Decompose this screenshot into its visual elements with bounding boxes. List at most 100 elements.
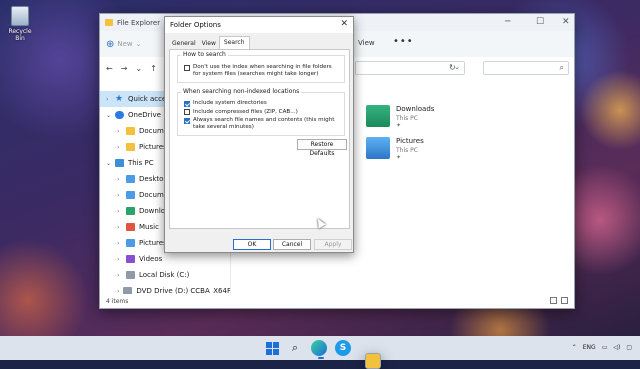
- nav-item-label: Music: [139, 223, 159, 231]
- nav-item-local-disk-c[interactable]: › Local Disk (C:): [100, 267, 230, 283]
- tiles-view-icon[interactable]: [561, 297, 568, 304]
- taskbar-apps: ⌕ S: [266, 340, 381, 369]
- restore-defaults-button[interactable]: Restore Defaults: [297, 139, 347, 157]
- recent-locations-icon[interactable]: ⌄: [135, 64, 142, 73]
- tab-search[interactable]: Search: [218, 36, 250, 49]
- folder-tile[interactable]: Downloads This PC ✦: [366, 105, 434, 129]
- minimize-icon[interactable]: ─: [505, 17, 510, 27]
- close-icon[interactable]: ✕: [562, 17, 570, 27]
- nav-item-label: Local Disk (C:): [139, 271, 190, 279]
- search-tab-panel: How to search Don't use the index when s…: [169, 49, 350, 229]
- tab-general[interactable]: General: [169, 39, 199, 49]
- maximize-icon[interactable]: ☐: [536, 17, 544, 27]
- dvd-icon: [123, 287, 133, 294]
- search-input[interactable]: ⌕: [483, 61, 569, 75]
- refresh-icon[interactable]: ↻: [449, 63, 456, 72]
- checkbox[interactable]: [184, 117, 190, 124]
- up-icon[interactable]: ↑: [150, 64, 157, 73]
- volume-icon[interactable]: ◁): [613, 344, 620, 351]
- checkbox[interactable]: [184, 64, 190, 71]
- nav-item-dvd-drive-d-ccba-x64fre-en-us[interactable]: ›DVD Drive (D:) CCBA_X64FRE_EN-US: [100, 283, 230, 294]
- expand-caret-icon[interactable]: ›: [117, 240, 122, 247]
- forward-icon[interactable]: →: [121, 64, 128, 73]
- nav-item-label: Videos: [139, 255, 163, 263]
- non-indexed-group: When searching non-indexed locations Inc…: [177, 88, 345, 136]
- pictures-folder-icon: [366, 137, 390, 159]
- apply-button[interactable]: Apply: [314, 239, 352, 250]
- pc-icon: [115, 159, 124, 167]
- language-indicator[interactable]: ENG: [583, 344, 596, 351]
- tile-location: This PC: [396, 147, 418, 154]
- status-bar: 4 items: [100, 294, 574, 308]
- option-label: Don't use the index when searching in fi…: [193, 64, 332, 77]
- pin-icon: ✦: [396, 154, 402, 161]
- taskbar: ⌕ S ⌃ ENG ▭ ◁) ▢: [0, 336, 640, 369]
- group-label: When searching non-indexed locations: [181, 88, 302, 95]
- folder-options-dialog: Folder Options ✕ General View Search How…: [164, 16, 354, 253]
- expand-caret-icon[interactable]: ⌄: [106, 160, 111, 167]
- chevron-up-icon[interactable]: ⌃: [572, 344, 577, 351]
- expand-caret-icon[interactable]: ›: [117, 128, 122, 135]
- dialog-title: Folder Options: [170, 21, 221, 29]
- option-label: Include system directories: [193, 100, 267, 106]
- recycle-bin[interactable]: Recycle Bin: [4, 6, 36, 42]
- start-icon[interactable]: [266, 341, 279, 355]
- tab-view[interactable]: View: [199, 39, 219, 49]
- expand-caret-icon[interactable]: ›: [106, 96, 111, 103]
- tile-location: This PC: [396, 115, 418, 122]
- close-icon[interactable]: ✕: [340, 19, 348, 29]
- option-include-system-directories[interactable]: Include system directories: [184, 100, 338, 107]
- view-button[interactable]: View: [358, 39, 375, 47]
- file-explorer-icon[interactable]: [365, 353, 381, 369]
- recycle-bin-icon: [11, 6, 29, 26]
- nav-item-label: OneDrive: [128, 111, 161, 119]
- expand-caret-icon[interactable]: ›: [117, 256, 122, 263]
- documents-icon: [126, 191, 135, 199]
- search-icon[interactable]: ⌕: [287, 340, 303, 356]
- more-options-button[interactable]: •••: [393, 36, 414, 47]
- checkbox[interactable]: [184, 109, 190, 115]
- disk-icon: [126, 271, 135, 279]
- pictures-icon: [126, 239, 135, 247]
- skype-icon[interactable]: S: [335, 340, 351, 356]
- item-count: 4 items: [106, 297, 129, 305]
- dialog-titlebar[interactable]: Folder Options ✕: [165, 17, 353, 33]
- checkbox[interactable]: [184, 100, 190, 107]
- expand-caret-icon[interactable]: ›: [117, 176, 122, 183]
- star-icon: ★: [115, 94, 124, 104]
- expand-caret-icon[interactable]: ⌄: [106, 112, 111, 119]
- option-label: Always search file names and contents (t…: [193, 117, 335, 130]
- videos-icon: [126, 255, 135, 263]
- expand-caret-icon[interactable]: ›: [117, 272, 122, 279]
- nav-item-videos[interactable]: › Videos: [100, 251, 230, 267]
- cancel-button[interactable]: Cancel: [273, 239, 311, 250]
- explorer-title: File Explorer: [117, 18, 161, 27]
- option-always-search-contents[interactable]: Always search file names and contents (t…: [184, 117, 338, 130]
- cloud-icon: [115, 111, 124, 119]
- search-icon: ⌕: [559, 63, 564, 72]
- active-app-indicator: [318, 357, 324, 359]
- option-dont-use-index[interactable]: Don't use the index when searching in fi…: [184, 64, 338, 77]
- notification-icon[interactable]: ▢: [626, 344, 632, 351]
- edge-icon[interactable]: [311, 340, 327, 356]
- new-button[interactable]: ⊕ New ⌄: [106, 39, 142, 50]
- pin-icon: ✦: [396, 122, 402, 129]
- network-icon[interactable]: ▭: [602, 344, 608, 351]
- group-label: How to search: [181, 51, 228, 58]
- plus-icon: ⊕: [106, 38, 115, 50]
- back-icon[interactable]: ←: [106, 64, 113, 73]
- downloads-folder-icon: [366, 105, 390, 127]
- option-include-compressed-files[interactable]: Include compressed files (ZIP, CAB...): [184, 109, 338, 115]
- desktop-icon: [126, 175, 135, 183]
- ok-button[interactable]: OK: [233, 239, 271, 250]
- expand-caret-icon[interactable]: ›: [117, 224, 122, 231]
- dialog-tabs: General View Search: [165, 36, 353, 49]
- tile-name: Downloads: [396, 105, 435, 113]
- expand-caret-icon[interactable]: ›: [117, 208, 122, 215]
- folder-tile[interactable]: Pictures This PC ✦: [366, 137, 424, 161]
- folder-icon: [105, 19, 113, 26]
- tile-name: Pictures: [396, 137, 424, 145]
- details-view-icon[interactable]: [550, 297, 557, 304]
- expand-caret-icon[interactable]: ›: [117, 144, 122, 151]
- expand-caret-icon[interactable]: ›: [117, 192, 122, 199]
